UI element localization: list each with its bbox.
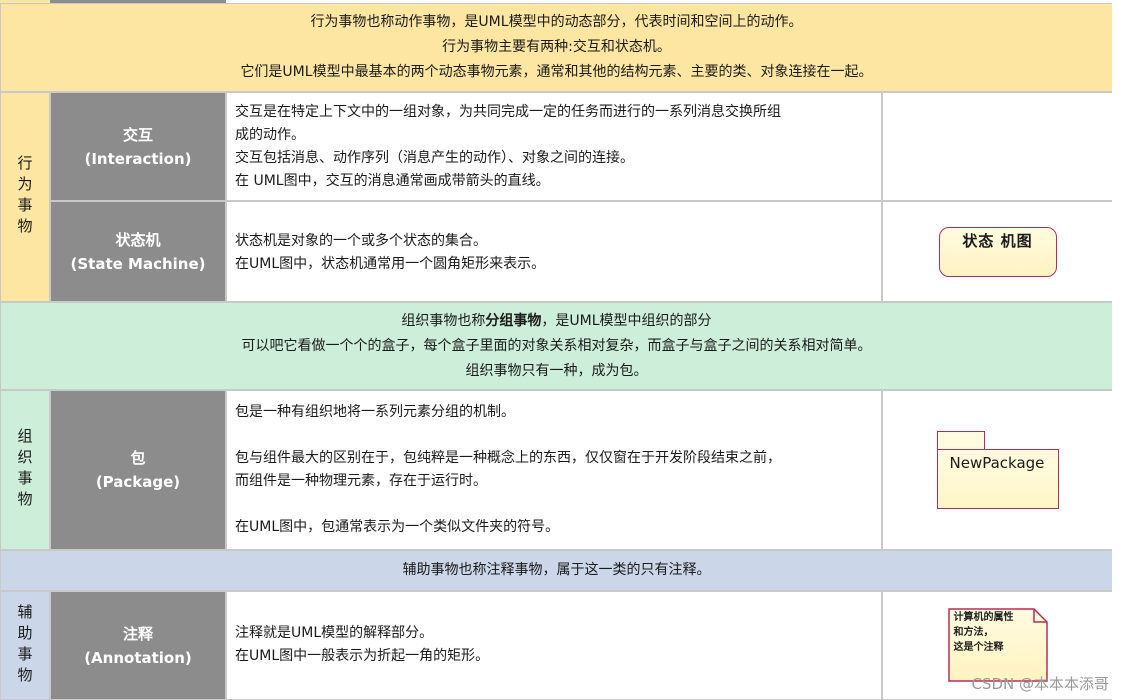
page-right-margin — [1112, 0, 1125, 700]
category-label: 辅助事物 — [15, 603, 34, 688]
grouping-summary-bold: 分组事物 — [485, 312, 542, 329]
desc-line: 包是一种有组织地将一系列元素分组的机制。 — [235, 404, 515, 420]
grouping-summary-post: ，是UML模型中组织的部分 — [541, 312, 712, 329]
behavior-summary-line: 行为事物也称动作事物，是UML模型中的动态部分，代表时间和空间上的动作。 — [310, 14, 803, 30]
row-name-annotation: 注释 (Annotation) — [50, 591, 226, 700]
grouping-summary-line: 组织事物只有一种，成为包。 — [465, 362, 648, 379]
desc-line: 在 UML图中，交互的消息通常画成带箭头的直线。 — [235, 173, 550, 189]
package-folder-body: NewPackage — [936, 449, 1059, 509]
note-line: 和方法， — [953, 627, 994, 638]
note-line: 计算机的属性 — [953, 612, 1014, 623]
desc-line-blank — [235, 424, 873, 447]
state-machine-figure: 状态 机图 — [938, 226, 1057, 277]
annotation-summary-line: 辅助事物也称注释事物，属于这一类的只有注释。 — [402, 562, 711, 578]
grouping-summary-line: 组织事物也称分组事物，是UML模型中组织的部分 — [401, 309, 711, 334]
desc-line: 状态机是对象的一个或多个状态的集合。 — [235, 233, 487, 249]
desc-line: 包与组件最大的区别在于，包纯粹是一种概念上的东西，仅仅窗在于开发阶段结束之前， — [235, 450, 781, 466]
row-name-cn: 注释 — [122, 624, 153, 643]
category-annotation-things: 辅助事物 — [0, 591, 50, 700]
row-name-en: (Annotation) — [84, 648, 192, 667]
package-figure: NewPackage — [936, 431, 1059, 509]
row-name-en: (Interaction) — [84, 149, 192, 168]
row-desc-annotation: 注释就是UML模型的解释部分。 在UML图中一般表示为折起一角的矩形。 — [226, 591, 882, 700]
row-name-interaction: 交互 (Interaction) — [50, 92, 226, 201]
desc-line: 在UML图中，状态机通常用一个圆角矩形来表示。 — [235, 256, 546, 272]
category-grouping-things: 组织事物 — [0, 390, 50, 550]
desc-line: 在UML图中一般表示为折起一角的矩形。 — [235, 648, 490, 664]
desc-line: 而组件是一种物理元素，存在于运行时。 — [235, 473, 487, 489]
row-desc-state-machine: 状态机是对象的一个或多个状态的集合。 在UML图中，状态机通常用一个圆角矩形来表… — [226, 201, 882, 302]
desc-line: 交互是在特定上下文中的一组对象，为共同完成一定的任务而进行的一系列消息交换所组 — [235, 104, 781, 120]
row-name-cn: 交互 — [122, 125, 153, 144]
row-figure-package: NewPackage — [882, 390, 1113, 550]
grouping-summary-pre: 组织事物也称 — [401, 312, 486, 329]
category-behavior-things: 行为事物 — [0, 92, 50, 302]
category-label: 组织事物 — [15, 428, 34, 512]
uml-things-table: 行为事物也称动作事物，是UML模型中的动态部分，代表时间和空间上的动作。 行为事… — [0, 0, 1125, 700]
desc-line: 注释就是UML模型的解释部分。 — [235, 625, 434, 641]
desc-line: 成的动作。 — [235, 127, 305, 143]
row-figure-state-machine: 状态 机图 — [882, 201, 1113, 302]
behavior-things-summary: 行为事物也称动作事物，是UML模型中的动态部分，代表时间和空间上的动作。 行为事… — [0, 3, 1113, 92]
package-folder-tab — [936, 431, 985, 450]
row-name-package: 包 (Package) — [50, 390, 226, 550]
desc-line: 在UML图中，包通常表示为一个类似文件夹的符号。 — [235, 519, 560, 535]
note-figure: 计算机的属性 和方法， 这是个注释 — [947, 608, 1048, 682]
row-name-en: (Package) — [95, 473, 181, 491]
row-desc-package: 包是一种有组织地将一系列元素分组的机制。 包与组件最大的区别在于，包纯粹是一种概… — [226, 390, 882, 550]
row-name-en: (State Machine) — [70, 254, 206, 273]
grouping-things-summary: 组织事物也称分组事物，是UML模型中组织的部分 可以吧它看做一个个的盒子，每个盒… — [0, 302, 1113, 390]
desc-line-blank — [235, 493, 873, 516]
state-machine-figure-label: 状态 机图 — [962, 231, 1033, 250]
row-figure-interaction — [882, 92, 1113, 201]
category-label: 行为事物 — [15, 155, 34, 239]
annotation-things-summary: 辅助事物也称注释事物，属于这一类的只有注释。 — [0, 550, 1113, 591]
note-figure-text: 计算机的属性 和方法， 这是个注释 — [954, 610, 1014, 655]
row-name-state-machine: 状态机 (State Machine) — [50, 201, 226, 302]
row-name-cn: 包 — [130, 449, 146, 467]
row-desc-interaction: 交互是在特定上下文中的一组对象，为共同完成一定的任务而进行的一系列消息交换所组 … — [226, 92, 882, 201]
row-name-cn: 状态机 — [115, 230, 161, 249]
desc-line: 交互包括消息、动作序列（消息产生的动作）、对象之间的连接。 — [235, 150, 634, 166]
note-line: 这是个注释 — [953, 642, 1004, 653]
behavior-summary-line: 它们是UML模型中最基本的两个动态事物元素，通常和其他的结构元素、主要的类、对象… — [240, 64, 873, 80]
package-figure-label: NewPackage — [949, 454, 1045, 472]
behavior-summary-line: 行为事物主要有两种:交互和状态机。 — [442, 39, 671, 55]
csdn-watermark: CSDN @本本本添哥 — [971, 675, 1109, 693]
grouping-summary-line: 可以吧它看做一个个的盒子，每个盒子里面的对象关系相对复杂，而盒子与盒子之间的关系… — [241, 337, 872, 354]
